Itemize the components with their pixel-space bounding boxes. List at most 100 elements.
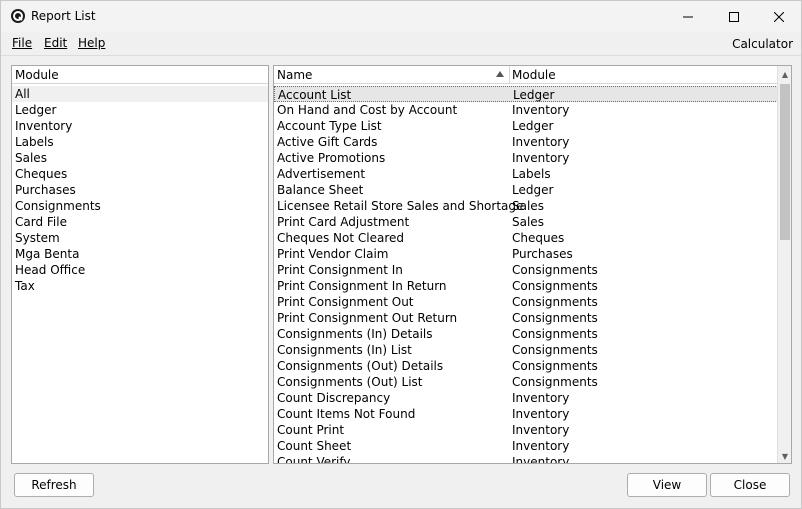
table-row[interactable]: Print Consignment Out Return Consignments	[274, 310, 780, 326]
report-name-cell: Account List	[278, 88, 352, 102]
report-name-cell: On Hand and Cost by Account	[277, 103, 458, 117]
report-module-cell: Inventory	[512, 103, 570, 117]
table-row[interactable]: Account Type List Ledger	[274, 118, 780, 134]
report-name-cell: Active Promotions	[277, 151, 386, 165]
table-row[interactable]: Licensee Retail Store Sales and Shortage…	[274, 198, 780, 214]
report-module-cell: Inventory	[512, 391, 570, 405]
table-row[interactable]: Print Consignment Out Consignments	[274, 294, 780, 310]
module-list-item[interactable]: Tax	[12, 278, 268, 294]
report-table[interactable]: Name Module Account List Ledger On Hand an…	[273, 65, 792, 464]
table-row[interactable]: Print Card Adjustment Sales	[274, 214, 780, 230]
scrollbar-thumb[interactable]	[780, 84, 790, 240]
table-row[interactable]: Active Promotions Inventory	[274, 150, 780, 166]
maximize-button[interactable]	[711, 1, 757, 32]
report-name-cell: Active Gift Cards	[277, 135, 378, 149]
report-module-cell: Consignments	[512, 295, 598, 309]
report-module-cell: Purchases	[512, 247, 573, 261]
table-row[interactable]: Count Discrepancy Inventory	[274, 390, 780, 406]
minimize-button[interactable]	[665, 1, 711, 32]
module-list-item[interactable]: System	[12, 230, 268, 246]
report-module-cell: Sales	[512, 199, 544, 213]
report-module-cell: Inventory	[512, 423, 570, 437]
report-name-cell: Count Items Not Found	[277, 407, 416, 421]
report-name-cell: Count Discrepancy	[277, 391, 391, 405]
report-module-cell: Consignments	[512, 327, 598, 341]
menu-help[interactable]: Help	[78, 36, 105, 50]
module-list-item[interactable]: Inventory	[12, 118, 268, 134]
report-table-header: Name Module	[274, 66, 791, 84]
report-name-cell: Consignments (In) List	[277, 343, 412, 357]
report-module-cell: Inventory	[512, 439, 570, 453]
module-list[interactable]: Module All Ledger Inventory Labels Sales Cheq…	[11, 65, 269, 464]
table-row[interactable]: Consignments (Out) List Consignments	[274, 374, 780, 390]
table-row[interactable]: Count Print Inventory	[274, 422, 780, 438]
report-module-cell: Ledger	[513, 88, 555, 102]
report-module-cell: Consignments	[512, 343, 598, 357]
module-list-item[interactable]: Ledger	[12, 102, 268, 118]
column-divider[interactable]	[509, 66, 510, 84]
table-row[interactable]: Cheques Not Cleared Cheques	[274, 230, 780, 246]
module-list-item[interactable]: Mga Benta	[12, 246, 268, 262]
maximize-icon	[729, 11, 739, 22]
table-row[interactable]: Advertisement Labels	[274, 166, 780, 182]
report-module-cell: Consignments	[512, 375, 598, 389]
report-module-cell: Ledger	[512, 119, 554, 133]
report-module-cell: Cheques	[512, 231, 565, 245]
table-row[interactable]: Consignments (In) Details Consignments	[274, 326, 780, 342]
report-name-cell: Count Sheet	[277, 439, 352, 453]
module-list-item[interactable]: Sales	[12, 150, 268, 166]
module-list-item[interactable]: Head Office	[12, 262, 268, 278]
close-button[interactable]: Close	[710, 473, 790, 497]
module-list-item[interactable]: Purchases	[12, 182, 268, 198]
scroll-down-icon[interactable]: ▼	[780, 451, 790, 461]
module-list-item[interactable]: All	[12, 86, 268, 102]
vertical-scrollbar[interactable]: ▲ ▼	[777, 66, 791, 463]
report-name-cell: Print Vendor Claim	[277, 247, 389, 261]
table-row[interactable]: Count Sheet Inventory	[274, 438, 780, 454]
table-row[interactable]: Count Items Not Found Inventory	[274, 406, 780, 422]
report-name-cell: Advertisement	[277, 167, 366, 181]
refresh-button[interactable]: Refresh	[14, 473, 94, 497]
module-list-item[interactable]: Labels	[12, 134, 268, 150]
module-list-header: Module	[12, 66, 268, 84]
module-list-item[interactable]: Cheques	[12, 166, 268, 182]
table-row[interactable]: Count Verify Inventory	[274, 454, 780, 463]
report-name-cell: Consignments (Out) Details	[277, 359, 444, 373]
table-row[interactable]: Print Consignment In Consignments	[274, 262, 780, 278]
menu-help-label: Help	[78, 36, 106, 50]
table-row[interactable]: Active Gift Cards Inventory	[274, 134, 780, 150]
report-module-cell: Sales	[512, 215, 544, 229]
module-list-item[interactable]: Consignments	[12, 198, 268, 214]
menu-edit[interactable]: Edit	[44, 36, 67, 50]
report-name-cell: Balance Sheet	[277, 183, 364, 197]
table-row[interactable]: On Hand and Cost by Account Inventory	[274, 102, 780, 118]
report-module-cell: Labels	[512, 167, 551, 181]
report-app-icon	[11, 9, 25, 23]
module-list-item[interactable]: Card File	[12, 214, 268, 230]
table-row[interactable]: Print Vendor Claim Purchases	[274, 246, 780, 262]
menu-file-label: File	[12, 36, 33, 50]
scroll-up-icon[interactable]: ▲	[780, 69, 790, 79]
column-header-module[interactable]: Module	[512, 68, 556, 82]
report-module-cell: Inventory	[512, 407, 570, 421]
menu-file[interactable]: File	[12, 36, 32, 50]
calculator-link[interactable]: Calculator	[732, 37, 793, 51]
close-window-button[interactable]	[756, 1, 802, 32]
report-module-cell: Consignments	[512, 311, 598, 325]
report-name-cell: Count Print	[277, 423, 345, 437]
report-name-cell: Print Consignment In Return	[277, 279, 447, 293]
title-bar: Report List	[1, 1, 801, 32]
report-list-window: Report List File Edit Help Calculator Mo…	[0, 0, 802, 509]
table-row[interactable]: Consignments (In) List Consignments	[274, 342, 780, 358]
menu-separator	[1, 55, 801, 56]
report-module-cell: Consignments	[512, 263, 598, 277]
table-row[interactable]: Account List Ledger	[274, 86, 780, 102]
column-header-name[interactable]: Name	[277, 68, 312, 82]
report-name-cell: Print Consignment In	[277, 263, 403, 277]
menu-bar: File Edit Help Calculator	[1, 32, 801, 54]
close-icon	[774, 11, 784, 22]
table-row[interactable]: Print Consignment In Return Consignments	[274, 278, 780, 294]
table-row[interactable]: Consignments (Out) Details Consignments	[274, 358, 780, 374]
view-button[interactable]: View	[627, 473, 707, 497]
table-row[interactable]: Balance Sheet Ledger	[274, 182, 780, 198]
